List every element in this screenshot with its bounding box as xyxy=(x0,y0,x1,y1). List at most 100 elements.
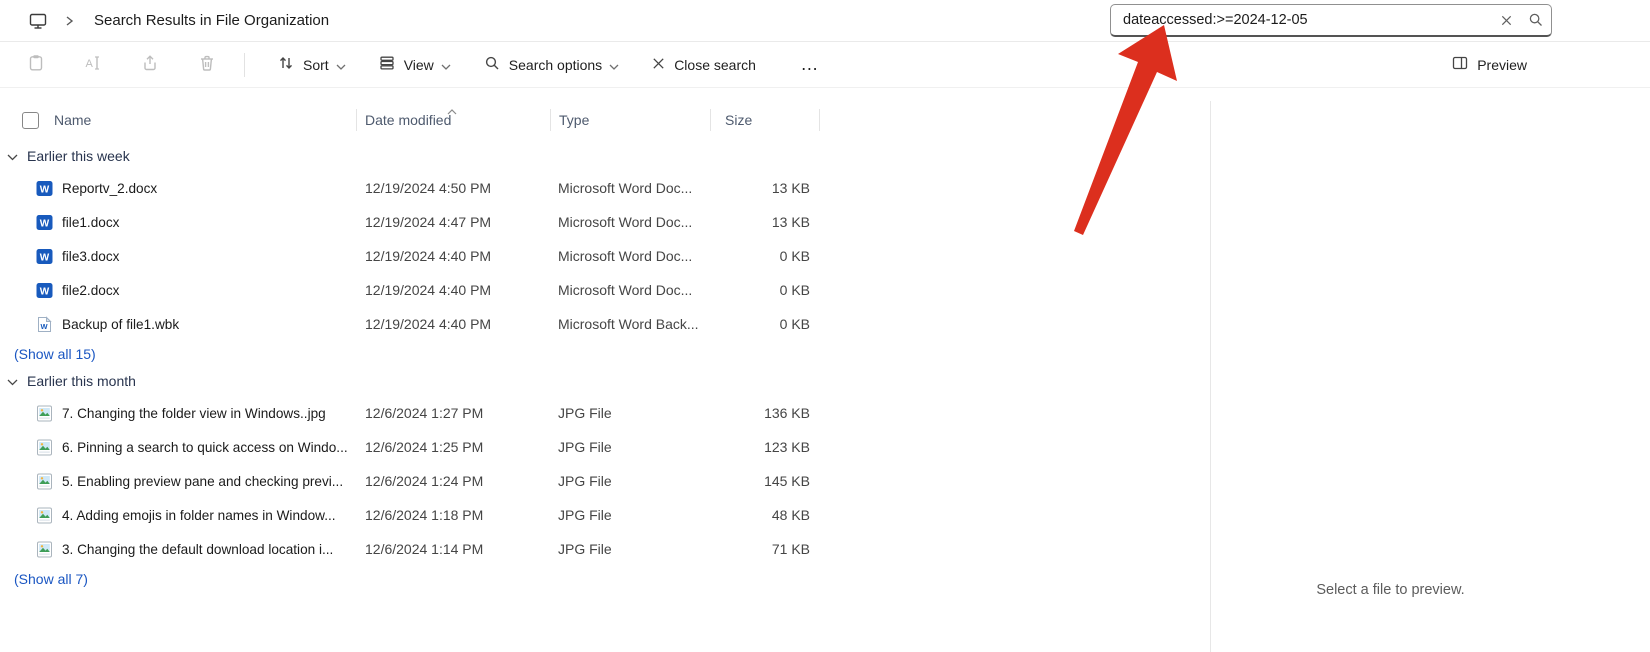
file-name: W Backup of file1.wbk xyxy=(0,315,356,333)
svg-text:W: W xyxy=(40,184,50,195)
file-type: JPG File xyxy=(558,473,612,489)
show-all-link[interactable]: (Show all 15) xyxy=(0,341,1210,366)
preview-placeholder: Select a file to preview. xyxy=(1316,582,1465,598)
jpg-file-icon xyxy=(36,405,53,422)
file-type: JPG File xyxy=(558,507,612,523)
share-button[interactable] xyxy=(130,47,170,83)
close-search-button[interactable]: Close search xyxy=(639,47,775,83)
sort-label: Sort xyxy=(303,56,329,73)
file-row[interactable]: Wfile2.docx 12/19/2024 4:40 PM Microsoft W… xyxy=(0,273,1210,307)
paste-icon xyxy=(27,54,45,75)
column-divider[interactable] xyxy=(550,109,551,131)
svg-text:A: A xyxy=(86,58,94,70)
column-headers: Name Date modified Type Size xyxy=(0,101,1210,139)
file-name-label: Reportv_2.docx xyxy=(62,180,158,196)
column-header-size[interactable]: Size xyxy=(710,101,820,139)
file-type: JPG File xyxy=(558,541,612,557)
jpg-file-icon xyxy=(36,541,53,558)
file-name: 6. Pinning a search to quick access on W… xyxy=(0,439,356,456)
svg-text:W: W xyxy=(40,286,50,297)
column-divider[interactable] xyxy=(710,109,711,131)
file-row[interactable]: W Reportv_2.docx 12/19/2024 4:50 PM Microso… xyxy=(0,171,1210,205)
rename-icon: A xyxy=(84,54,102,75)
file-size: 13 KB xyxy=(771,214,810,230)
file-type: JPG File xyxy=(558,405,612,421)
file-size: 13 KB xyxy=(771,180,810,196)
file-row[interactable]: 3. Changing the default download locatio… xyxy=(0,532,1210,566)
search-options-button[interactable]: Search options xyxy=(471,47,631,83)
search-query-misspelled: dateaccessed xyxy=(1123,12,1213,28)
column-header-name[interactable]: Name xyxy=(0,101,356,139)
toolbar-divider xyxy=(244,52,245,77)
file-row[interactable]: W Backup of file1.wbk 12/19/2024 4:40 PM Mi… xyxy=(0,307,1210,341)
file-row[interactable]: Wfile1.docx 12/19/2024 4:47 PM Microsoft W… xyxy=(0,205,1210,239)
chevron-down-icon xyxy=(7,148,18,164)
view-button[interactable]: View xyxy=(366,47,463,83)
file-name-label: file1.docx xyxy=(62,214,120,230)
svg-text:W: W xyxy=(40,252,50,263)
column-header-type[interactable]: Type xyxy=(550,101,710,139)
file-name: Wfile2.docx xyxy=(0,282,356,299)
svg-text:W: W xyxy=(40,322,48,331)
chevron-down-icon xyxy=(441,57,451,73)
file-size: 0 KB xyxy=(779,316,810,332)
preview-toggle-button[interactable]: Preview xyxy=(1439,47,1546,83)
group-header[interactable]: Earlier this month xyxy=(0,366,1210,396)
sort-button[interactable]: Sort xyxy=(265,47,358,83)
column-divider[interactable] xyxy=(819,109,820,131)
page-title: Search Results in File Organization xyxy=(94,12,330,29)
file-row[interactable]: 7. Changing the folder view in Windows..… xyxy=(0,396,1210,430)
file-row[interactable]: 5. Enabling preview pane and checking pr… xyxy=(0,464,1210,498)
file-date-modified: 12/6/2024 1:14 PM xyxy=(365,541,484,557)
file-date-modified: 12/19/2024 4:47 PM xyxy=(365,214,492,230)
jpg-file-icon xyxy=(36,473,53,490)
column-divider[interactable] xyxy=(356,109,357,131)
sort-ascending-icon xyxy=(447,102,457,118)
word-file-icon: W xyxy=(36,282,53,299)
paste-button[interactable] xyxy=(16,47,56,83)
file-type: JPG File xyxy=(558,439,612,455)
column-label-name: Name xyxy=(54,112,92,128)
clear-search-icon[interactable] xyxy=(1491,5,1521,35)
file-name-label: 5. Enabling preview pane and checking pr… xyxy=(62,473,344,489)
file-row[interactable]: 6. Pinning a search to quick access on W… xyxy=(0,430,1210,464)
file-name-label: file2.docx xyxy=(62,282,120,298)
column-label-type: Type xyxy=(559,112,590,128)
file-date-modified: 12/6/2024 1:24 PM xyxy=(365,473,484,489)
show-all-link[interactable]: (Show all 7) xyxy=(0,566,1210,591)
rename-button[interactable]: A xyxy=(73,47,113,83)
sort-icon xyxy=(277,54,295,75)
file-row[interactable]: Wfile3.docx 12/19/2024 4:40 PM Microsoft W… xyxy=(0,239,1210,273)
file-name: Wfile1.docx xyxy=(0,214,356,231)
delete-button[interactable] xyxy=(187,47,227,83)
delete-icon xyxy=(198,54,216,75)
file-size: 145 KB xyxy=(764,473,810,489)
share-icon xyxy=(141,54,159,75)
more-options-button[interactable]: … xyxy=(789,47,831,83)
file-date-modified: 12/6/2024 1:18 PM xyxy=(365,507,484,523)
file-size: 71 KB xyxy=(771,541,810,557)
file-row[interactable]: 4. Adding emojis in folder names in Wind… xyxy=(0,498,1210,532)
group-label: Earlier this week xyxy=(27,148,130,164)
word-backup-file-icon: W xyxy=(36,315,53,333)
search-input[interactable]: dateaccessed:>=2024-12-05 xyxy=(1110,4,1552,37)
computer-icon[interactable] xyxy=(28,12,48,30)
chevron-down-icon xyxy=(336,57,346,73)
file-name-label: file3.docx xyxy=(62,248,120,264)
preview-pane-icon xyxy=(1451,54,1469,75)
search-icon[interactable] xyxy=(1521,5,1551,35)
file-name-label: Backup of file1.wbk xyxy=(62,316,180,332)
file-date-modified: 12/19/2024 4:40 PM xyxy=(365,282,492,298)
group-header[interactable]: Earlier this week xyxy=(0,141,1210,171)
group-label: Earlier this month xyxy=(27,373,136,389)
breadcrumb-chevron-icon[interactable] xyxy=(64,15,74,27)
chevron-down-icon xyxy=(7,373,18,389)
file-date-modified: 12/19/2024 4:50 PM xyxy=(365,180,492,196)
file-explorer-window: Search Results in File Organization date… xyxy=(0,0,1650,652)
select-all-checkbox[interactable] xyxy=(22,111,39,129)
close-search-label: Close search xyxy=(674,56,756,73)
preview-label: Preview xyxy=(1477,56,1527,73)
svg-text:W: W xyxy=(40,218,50,229)
toolbar: A Sort View Search options Close search … xyxy=(0,42,1650,88)
column-label-date-modified: Date modified xyxy=(365,112,452,128)
